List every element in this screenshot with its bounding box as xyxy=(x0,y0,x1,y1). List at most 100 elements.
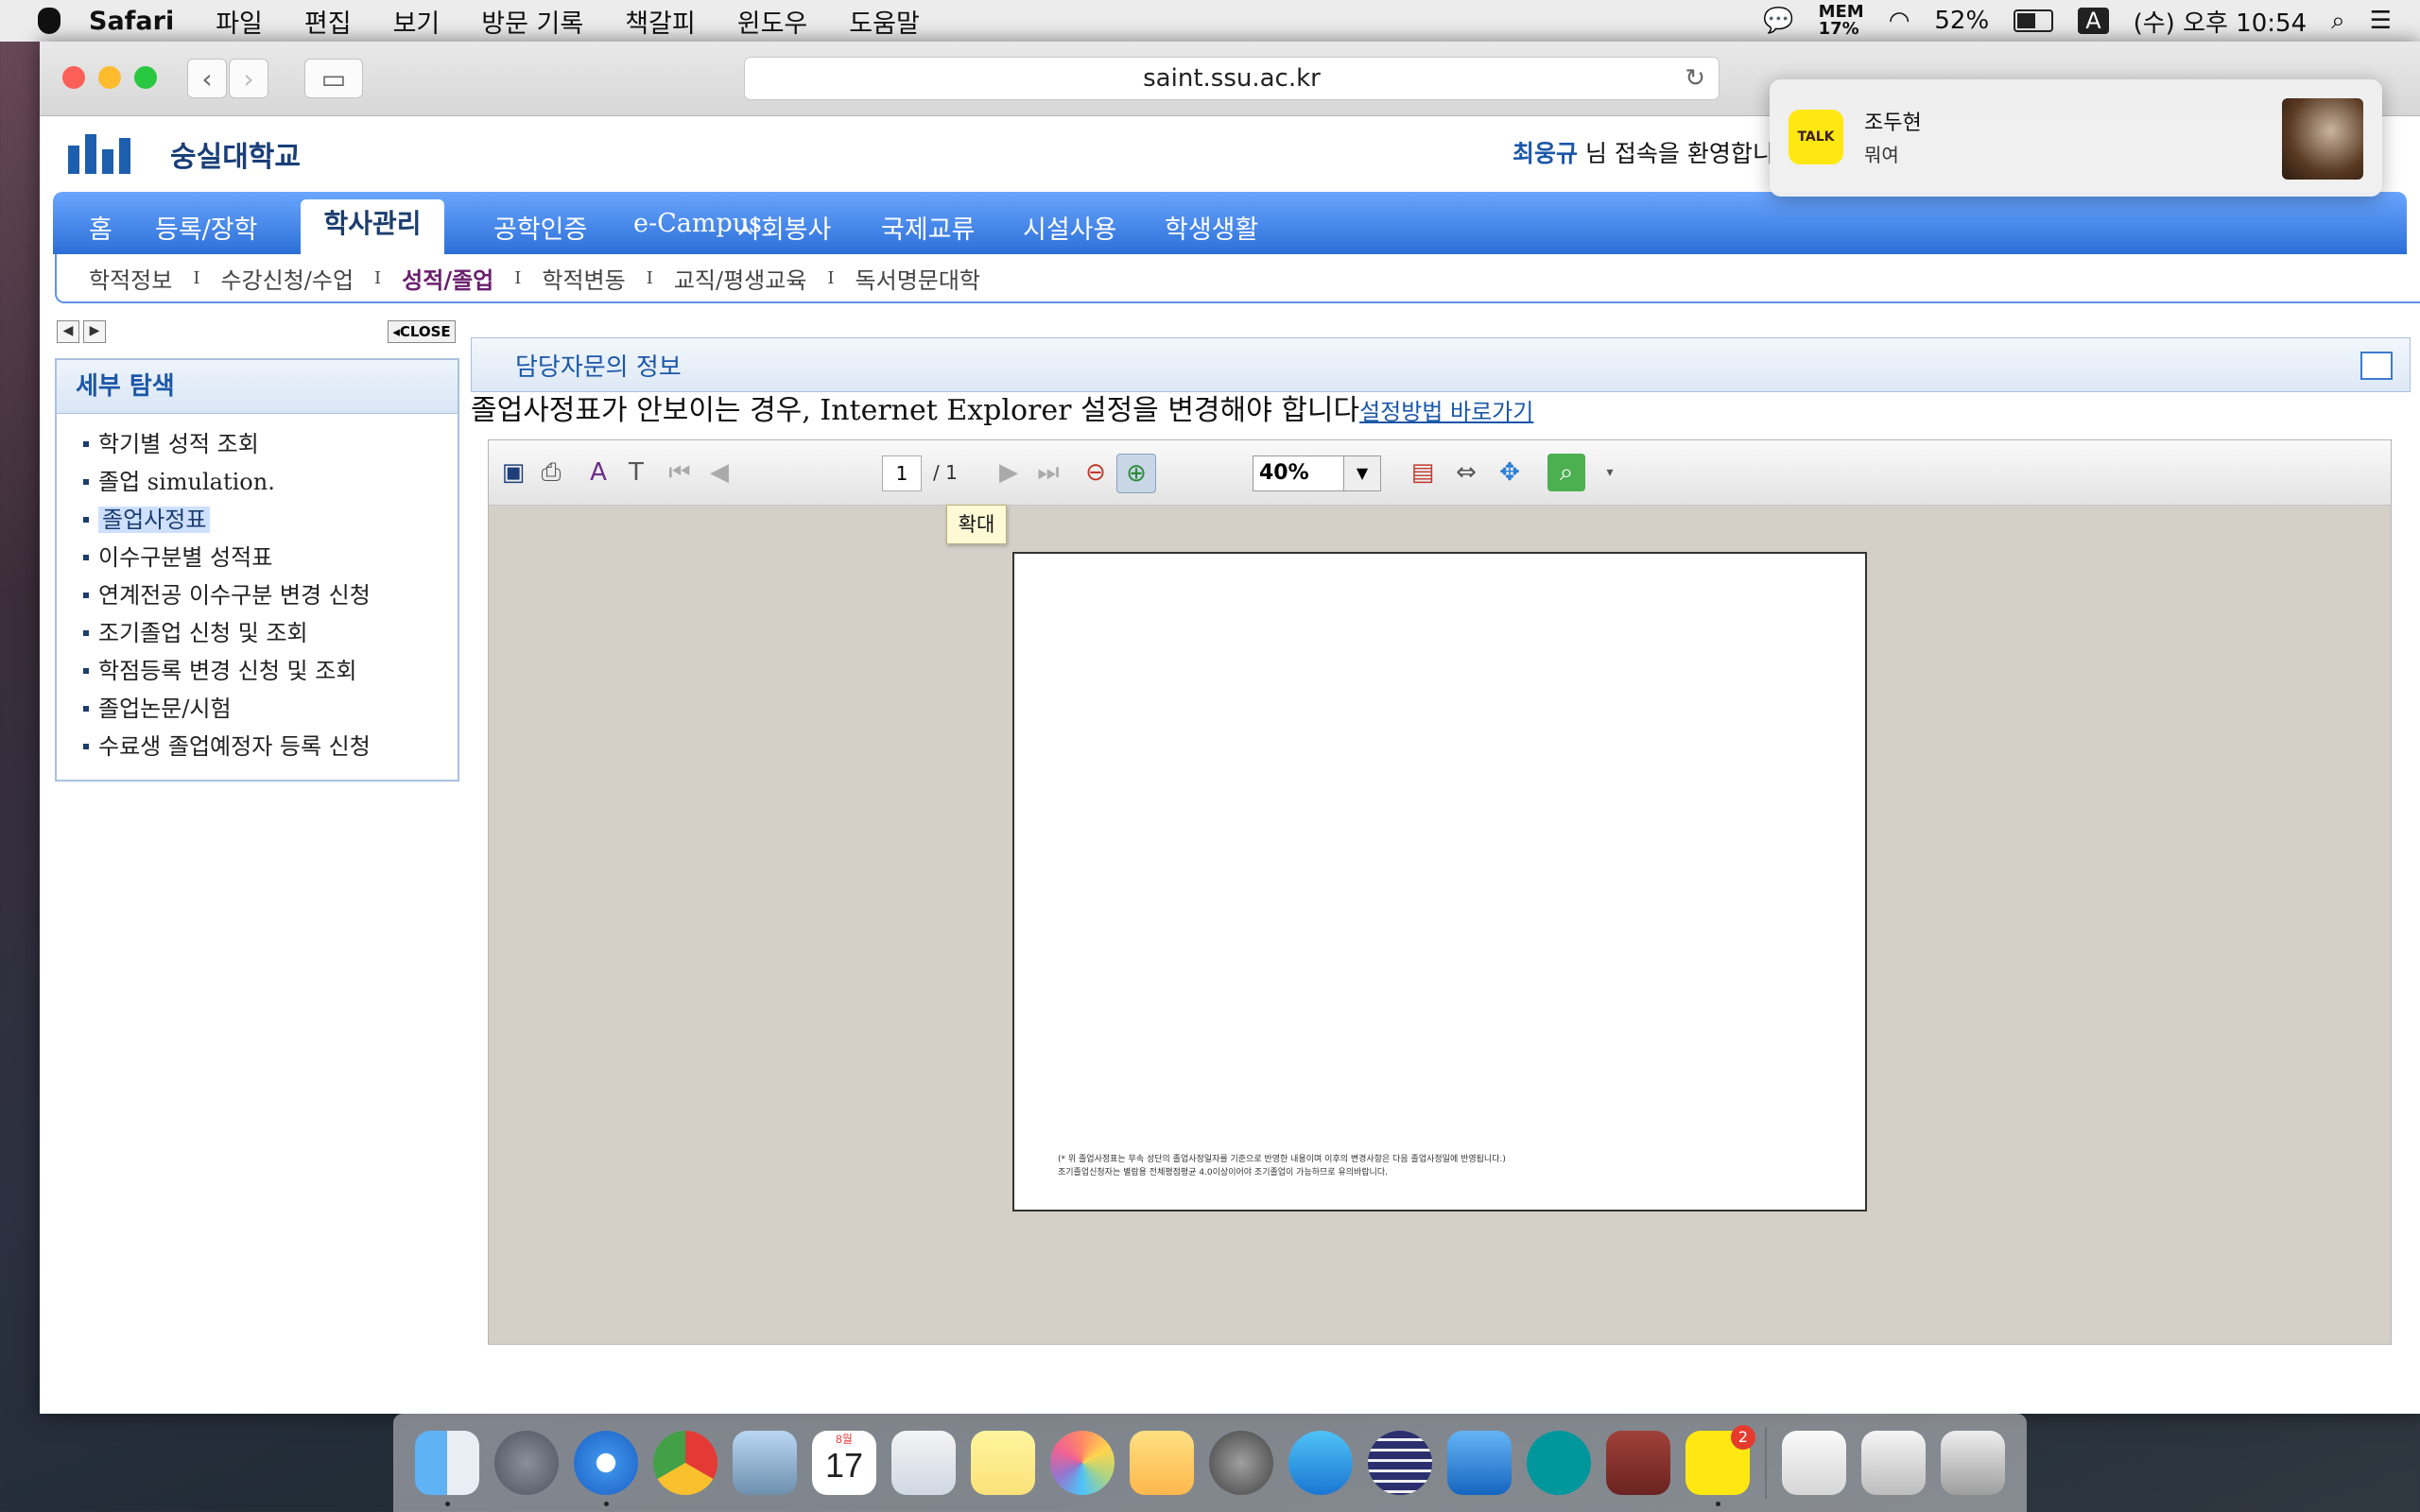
sidebar-prev-icon[interactable]: ◀ xyxy=(57,320,79,343)
last-page-icon[interactable]: ⏭ xyxy=(1029,454,1067,491)
lnb-separator: I xyxy=(374,267,382,288)
chrome-icon[interactable] xyxy=(653,1431,717,1495)
lnb-course-registration[interactable]: 수강신청/수업 xyxy=(220,262,354,295)
university-logo[interactable]: 숭실대학교 xyxy=(68,133,301,175)
full-screen-icon[interactable]: ✥ xyxy=(1491,454,1529,491)
downloads-stack-icon[interactable] xyxy=(1861,1431,1926,1495)
fit-width-icon[interactable]: ⇔ xyxy=(1447,454,1485,491)
dictionary-icon[interactable] xyxy=(1606,1431,1670,1495)
kakaotalk-status-icon[interactable]: 💬 xyxy=(1763,7,1793,35)
launchpad-icon[interactable] xyxy=(494,1431,559,1495)
sidebar-next-icon[interactable]: ▶ xyxy=(83,320,106,343)
next-page-icon[interactable]: ▶ xyxy=(990,454,1028,491)
preview-icon[interactable] xyxy=(891,1431,956,1495)
input-method-indicator[interactable]: A xyxy=(2078,8,2109,34)
forward-button[interactable]: › xyxy=(229,59,268,98)
notes-icon[interactable] xyxy=(971,1431,1035,1495)
memory-monitor[interactable]: MEM 17% xyxy=(1819,4,1864,38)
arduino-icon[interactable] xyxy=(1527,1431,1591,1495)
pages-icon[interactable] xyxy=(1130,1431,1194,1495)
zoom-window-button[interactable] xyxy=(134,66,157,89)
menu-history[interactable]: 방문 기록 xyxy=(481,3,583,40)
sidebar-item[interactable]: 수료생 졸업예정자 등록 신청 xyxy=(83,728,458,765)
sidebar-toggle-button[interactable]: ▭ xyxy=(304,59,363,98)
export-text-icon[interactable]: A xyxy=(579,454,617,491)
back-button[interactable]: ‹ xyxy=(187,59,227,98)
print-icon[interactable]: ⎙ xyxy=(532,454,570,491)
sidebar-item[interactable]: 이수구분별 성적표 xyxy=(83,539,458,576)
zoom-out-icon[interactable]: ⊖ xyxy=(1077,454,1115,491)
wifi-icon[interactable]: ◠ xyxy=(1889,7,1910,35)
gnb-academic[interactable]: 학사관리 xyxy=(301,199,444,254)
zoom-level-field[interactable]: 40% xyxy=(1253,455,1351,491)
xcode-icon[interactable] xyxy=(1447,1431,1512,1495)
sidebar-close-button[interactable]: ◂CLOSE xyxy=(388,320,456,343)
lnb-records[interactable]: 학적정보 xyxy=(89,262,172,295)
lnb-reading[interactable]: 독서명문대학 xyxy=(856,262,980,295)
menu-bookmarks[interactable]: 책갈피 xyxy=(625,3,696,40)
menu-edit[interactable]: 편집 xyxy=(304,3,352,40)
minimize-window-button[interactable] xyxy=(98,66,121,89)
lnb-grades-graduation[interactable]: 성적/졸업 xyxy=(402,262,493,295)
sender-avatar xyxy=(2282,98,2363,180)
more-options-icon[interactable]: ▾ xyxy=(1591,454,1629,491)
kakaotalk-dock-icon[interactable]: 2 xyxy=(1685,1425,1755,1506)
sidebar-item[interactable]: 연계전공 이수구분 변경 신청 xyxy=(83,576,458,614)
sidebar-title: 세부 탐색 xyxy=(57,360,458,414)
settings-guide-link[interactable]: 설정방법 바로가기 xyxy=(1359,399,1533,425)
battery-icon[interactable] xyxy=(2014,9,2054,32)
sidebar-item[interactable]: 졸업논문/시험 xyxy=(83,690,458,728)
sidebar-item[interactable]: 조기졸업 신청 및 조회 xyxy=(83,614,458,652)
gnb-volunteer[interactable]: 사회봉사 xyxy=(737,209,831,246)
export-data-icon[interactable]: T xyxy=(617,454,655,491)
gnb-engineering-cert[interactable]: 공학인증 xyxy=(493,209,587,246)
calendar-icon[interactable]: 8월 17 xyxy=(812,1431,876,1495)
sidebar-item-label: 졸업 simulation. xyxy=(98,469,275,495)
reload-icon[interactable]: ↻ xyxy=(1685,58,1705,99)
clock[interactable]: (수) 오후 10:54 xyxy=(2134,4,2308,39)
gnb-home[interactable]: 홈 xyxy=(89,209,112,246)
menu-file[interactable]: 파일 xyxy=(216,3,263,40)
menu-help[interactable]: 도움말 xyxy=(849,3,920,40)
gnb-registration[interactable]: 등록/장학 xyxy=(155,209,257,246)
gnb-international[interactable]: 국제교류 xyxy=(881,209,975,246)
finder-icon[interactable] xyxy=(415,1431,479,1506)
save-icon[interactable]: ▣ xyxy=(494,454,532,491)
zoom-in-icon[interactable]: ⊕ xyxy=(1116,454,1156,493)
menu-window[interactable]: 윈도우 xyxy=(737,3,808,40)
unread-badge: 2 xyxy=(1731,1425,1755,1450)
zoom-dropdown-icon[interactable]: ▼ xyxy=(1343,455,1381,491)
eclipse-icon[interactable] xyxy=(1368,1431,1432,1495)
zip-file-icon[interactable] xyxy=(1782,1431,1846,1495)
window-icon[interactable] xyxy=(2360,352,2393,380)
address-bar[interactable]: saint.ssu.ac.kr ↻ xyxy=(744,57,1720,100)
sidebar-item[interactable]: 졸업 simulation. xyxy=(83,463,458,501)
lnb-status-change[interactable]: 학적변동 xyxy=(542,262,625,295)
search-icon[interactable]: ⌕ xyxy=(1547,454,1585,491)
close-window-button[interactable] xyxy=(62,66,85,89)
safari-icon[interactable] xyxy=(574,1431,638,1506)
system-preferences-icon[interactable] xyxy=(1209,1431,1273,1495)
photos-icon[interactable] xyxy=(1050,1431,1115,1495)
menu-app-safari[interactable]: Safari xyxy=(89,7,174,36)
sidebar-item-label: 졸업논문/시험 xyxy=(98,696,232,722)
battery-percent[interactable]: 52% xyxy=(1934,7,1989,35)
fit-page-icon[interactable]: ▤ xyxy=(1404,454,1442,491)
sidebar-item-selected[interactable]: 졸업사정표 xyxy=(83,501,458,539)
gnb-facilities[interactable]: 시설사용 xyxy=(1023,209,1116,246)
apple-icon[interactable] xyxy=(38,8,60,34)
first-page-icon[interactable]: ⏮ xyxy=(661,454,699,491)
menu-view[interactable]: 보기 xyxy=(393,3,441,40)
mail-icon[interactable] xyxy=(733,1431,797,1495)
sidebar-item[interactable]: 학기별 성적 조회 xyxy=(83,425,458,463)
lnb-teaching[interactable]: 교직/평생교육 xyxy=(674,262,807,295)
app-store-icon[interactable] xyxy=(1288,1431,1353,1495)
notification-center-icon[interactable]: ☰ xyxy=(2370,7,2392,35)
kakaotalk-notification[interactable]: TALK 조두현 뭐여 xyxy=(1770,79,2382,197)
trash-icon[interactable] xyxy=(1941,1431,2005,1495)
spotlight-search-icon[interactable]: ⌕ xyxy=(2331,7,2345,36)
previous-page-icon[interactable]: ◀ xyxy=(700,454,738,491)
gnb-student-life[interactable]: 학생생활 xyxy=(1165,209,1258,246)
page-number-input[interactable]: 1 xyxy=(882,455,922,491)
sidebar-item[interactable]: 학점등록 변경 신청 및 조회 xyxy=(83,652,458,690)
